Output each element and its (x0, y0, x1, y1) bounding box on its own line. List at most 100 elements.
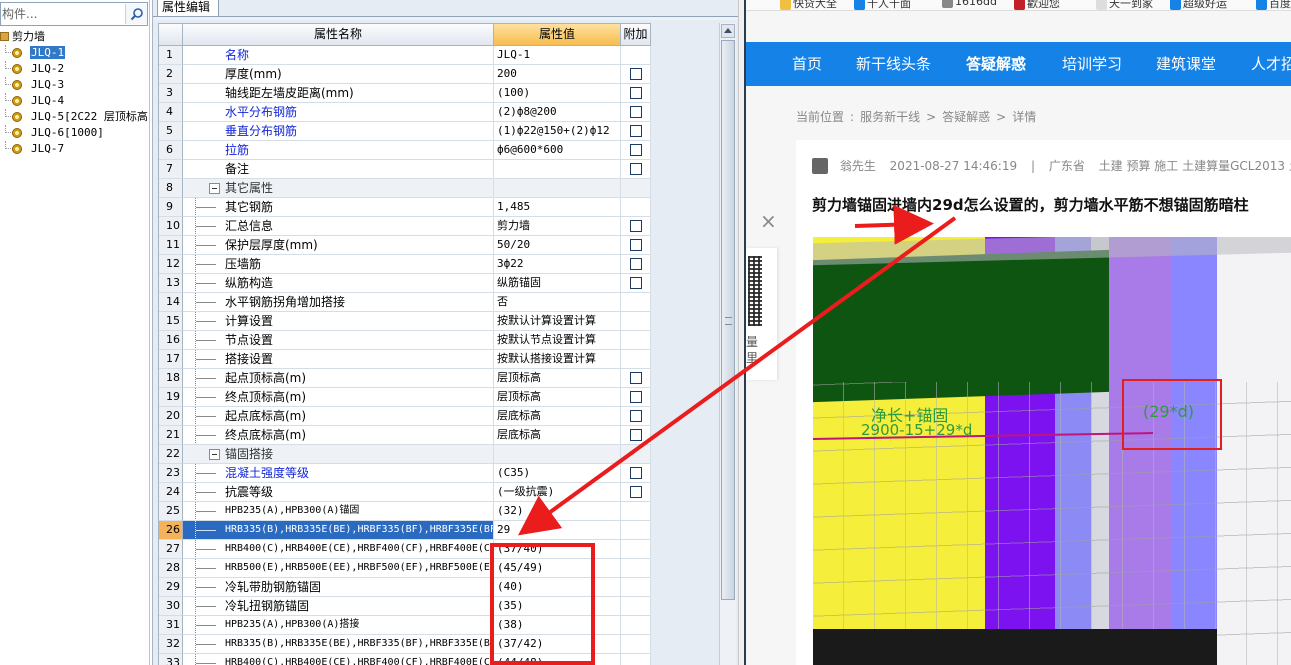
extra-checkbox[interactable] (629, 87, 642, 99)
property-row[interactable]: 16 节点设置 按默认节点设置计算 (159, 331, 651, 350)
extra-checkbox[interactable] (629, 220, 642, 232)
property-name-cell[interactable]: 起点底标高(m) (183, 407, 494, 426)
property-name-cell[interactable]: 备注 (183, 160, 494, 179)
property-value-cell[interactable]: 剪力墙 (494, 217, 621, 236)
collapse-toggle-icon[interactable] (209, 183, 220, 194)
property-row[interactable]: 28 HRB500(E),HRB500E(EE),HRBF500(EF),HRBF… (159, 559, 651, 578)
property-name-cell[interactable]: HRB400(C),HRB400E(CE),HRBF400(CF),HRBF40… (183, 540, 494, 559)
bookmark-item[interactable]: 千人千面 (854, 0, 911, 11)
extra-cell[interactable] (621, 274, 651, 293)
property-row[interactable]: 29 冷轧带肋钢筋锚固 (40) (159, 578, 651, 597)
property-row[interactable]: 1 名称 JLQ-1 (159, 46, 651, 65)
property-name-cell[interactable]: 水平分布钢筋 (183, 103, 494, 122)
breadcrumb-part[interactable]: 答疑解惑 (942, 110, 990, 124)
extra-checkbox[interactable] (629, 68, 642, 80)
property-row[interactable]: 24 抗震等级 (一级抗震) (159, 483, 651, 502)
property-group-row[interactable]: 22 锚固搭接 (159, 445, 651, 464)
property-value-cell[interactable]: 按默认计算设置计算 (494, 312, 621, 331)
property-value-cell[interactable]: 200 (494, 65, 621, 84)
property-row[interactable]: 33 HRB400(C),HRB400E(CE),HRBF400(CF),HRBF… (159, 654, 651, 665)
extra-cell[interactable] (621, 122, 651, 141)
nav-item[interactable]: 新干线头条 (856, 42, 931, 86)
property-name-cell[interactable]: 节点设置 (183, 331, 494, 350)
scroll-up-arrow-icon[interactable] (721, 24, 735, 38)
extra-checkbox[interactable] (629, 391, 642, 403)
property-row[interactable]: 17 搭接设置 按默认搭接设置计算 (159, 350, 651, 369)
property-name-cell[interactable]: 其它属性 (183, 179, 494, 198)
extra-checkbox[interactable] (629, 486, 642, 498)
property-name-cell[interactable]: 抗震等级 (183, 483, 494, 502)
extra-checkbox[interactable] (629, 467, 642, 479)
extra-cell[interactable] (621, 65, 651, 84)
side-close-button[interactable]: × (760, 209, 777, 233)
extra-checkbox[interactable] (629, 258, 642, 270)
property-row[interactable]: 32 HRB335(B),HRB335E(BE),HRBF335(BF),HRBF… (159, 635, 651, 654)
property-name-cell[interactable]: 混凝土强度等级 (183, 464, 494, 483)
window-divider[interactable] (738, 0, 746, 665)
extra-checkbox[interactable] (629, 144, 642, 156)
extra-cell[interactable] (621, 388, 651, 407)
header-extra[interactable]: 附加 (621, 24, 651, 46)
property-name-cell[interactable]: 厚度(mm) (183, 65, 494, 84)
bookmark-item[interactable]: 超级好运 (1170, 0, 1227, 11)
property-value-cell[interactable]: 按默认节点设置计算 (494, 331, 621, 350)
property-row[interactable]: 14 水平钢筋拐角增加搭接 否 (159, 293, 651, 312)
property-value-cell[interactable]: 1,485 (494, 198, 621, 217)
property-name-cell[interactable]: 垂直分布钢筋 (183, 122, 494, 141)
extra-checkbox[interactable] (629, 410, 642, 422)
extra-cell[interactable] (621, 369, 651, 388)
property-value-cell[interactable]: (37/42) (494, 635, 621, 654)
property-name-cell[interactable]: 冷轧带肋钢筋锚固 (183, 578, 494, 597)
property-row[interactable]: 13 纵筋构造 纵筋锚固 (159, 274, 651, 293)
property-name-cell[interactable]: 名称 (183, 46, 494, 65)
property-row[interactable]: 20 起点底标高(m) 层底标高 (159, 407, 651, 426)
property-value-cell[interactable]: 纵筋锚固 (494, 274, 621, 293)
property-name-cell[interactable]: HRB400(C),HRB400E(CE),HRBF400(CF),HRBF40… (183, 654, 494, 665)
property-name-cell[interactable]: 压墙筋 (183, 255, 494, 274)
property-row[interactable]: 15 计算设置 按默认计算设置计算 (159, 312, 651, 331)
extra-cell[interactable] (621, 84, 651, 103)
property-name-cell[interactable]: 计算设置 (183, 312, 494, 331)
property-row[interactable]: 19 终点顶标高(m) 层顶标高 (159, 388, 651, 407)
extra-cell[interactable] (621, 160, 651, 179)
extra-checkbox[interactable] (629, 125, 642, 137)
property-row[interactable]: 2 厚度(mm) 200 (159, 65, 651, 84)
property-value-cell[interactable]: 29 (494, 521, 621, 540)
property-name-cell[interactable]: HPB235(A),HPB300(A)搭接 (183, 616, 494, 635)
nav-item[interactable]: 答疑解惑 (966, 42, 1026, 86)
component-search-input[interactable] (1, 3, 123, 25)
property-value-cell[interactable]: (40) (494, 578, 621, 597)
property-value-cell[interactable]: (C35) (494, 464, 621, 483)
property-name-cell[interactable]: 保护层厚度(mm) (183, 236, 494, 255)
property-row[interactable]: 6 拉筋 ф6@600*600 (159, 141, 651, 160)
property-value-cell[interactable] (494, 445, 621, 464)
property-row[interactable]: 3 轴线距左墙皮距离(mm) (100) (159, 84, 651, 103)
article-author[interactable]: 翁先生 (840, 159, 876, 173)
property-row[interactable]: 21 终点底标高(m) 层底标高 (159, 426, 651, 445)
property-value-cell[interactable]: (100) (494, 84, 621, 103)
property-value-cell[interactable]: (2)ф8@200 (494, 103, 621, 122)
property-value-cell[interactable]: 层顶标高 (494, 388, 621, 407)
nav-item[interactable]: 人才招聘 (1251, 42, 1291, 86)
property-row[interactable]: 18 起点顶标高(m) 层顶标高 (159, 369, 651, 388)
property-name-cell[interactable]: 其它钢筋 (183, 198, 494, 217)
property-name-cell[interactable]: HPB235(A),HPB300(A)锚固 (183, 502, 494, 521)
bookmark-item[interactable]: 1616dd (942, 0, 997, 8)
nav-item[interactable]: 首页 (792, 42, 822, 86)
extra-cell[interactable] (621, 426, 651, 445)
property-name-cell[interactable]: 拉筋 (183, 141, 494, 160)
tree-root-shear-wall[interactable]: 剪力墙 (0, 29, 150, 45)
property-value-cell[interactable]: 层底标高 (494, 426, 621, 445)
property-row[interactable]: 9 其它钢筋 1,485 (159, 198, 651, 217)
tree-item[interactable]: JLQ-5[2C22 层顶标高 (0, 109, 150, 125)
property-name-cell[interactable]: HRB335(B),HRB335E(BE),HRBF335(BF),HRBF33… (183, 521, 494, 540)
breadcrumb-part[interactable]: 服务新干线 (860, 110, 920, 124)
tree-item[interactable]: JLQ-6[1000] (0, 125, 150, 141)
extra-checkbox[interactable] (629, 106, 642, 118)
property-value-cell[interactable]: 层顶标高 (494, 369, 621, 388)
property-row[interactable]: 12 压墙筋 3ф22 (159, 255, 651, 274)
property-row[interactable]: 10 汇总信息 剪力墙 (159, 217, 651, 236)
extra-cell[interactable] (621, 217, 651, 236)
property-value-cell[interactable]: 50/20 (494, 236, 621, 255)
property-name-cell[interactable]: 起点顶标高(m) (183, 369, 494, 388)
